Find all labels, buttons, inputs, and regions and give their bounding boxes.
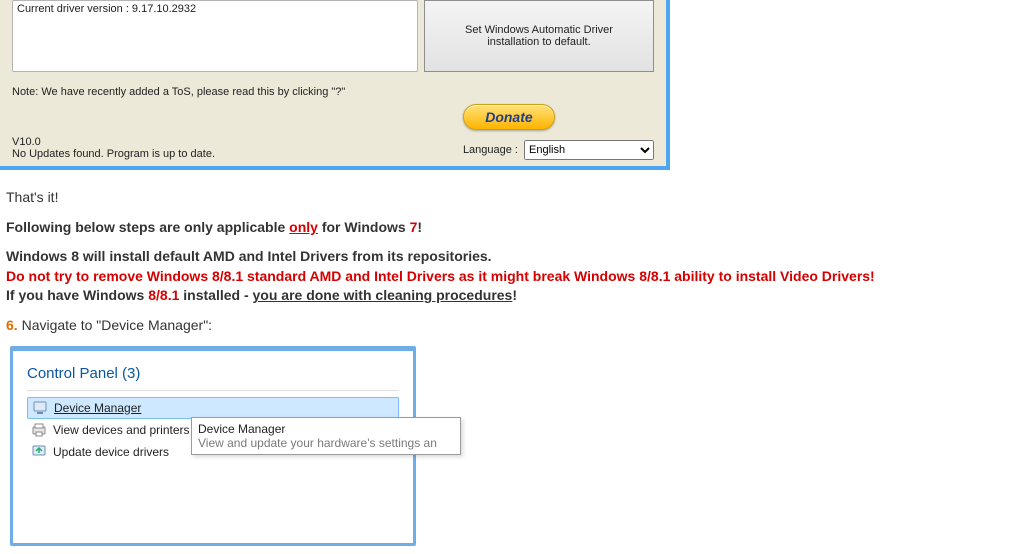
control-panel-header: Control Panel (3) <box>27 365 399 382</box>
driver-box-row: Current driver version : 9.17.10.2932 Se… <box>12 0 654 72</box>
language-select[interactable]: English <box>524 140 654 160</box>
only-word: only <box>289 219 318 235</box>
windows8-block: Windows 8 will install default AMD and I… <box>6 247 1012 306</box>
bottom-left: V10.0 No Updates found. Program is up to… <box>12 136 463 160</box>
control-panel-window: Control Panel (3) Device Manager <box>10 346 416 546</box>
following-prefix: Following below steps are only applicabl… <box>6 219 289 235</box>
eight-text: 8/8.1 <box>148 287 179 303</box>
step-6-line: 6. Navigate to "Device Manager": <box>6 316 1012 336</box>
device-manager-tooltip: Device Manager View and update your hard… <box>191 417 461 455</box>
tooltip-title: Device Manager <box>198 422 454 436</box>
language-label: Language : <box>463 144 518 156</box>
win8-warning: Do not try to remove Windows 8/8.1 stand… <box>6 268 875 284</box>
if-suffix: ! <box>512 287 517 303</box>
donate-button[interactable]: Donate <box>463 104 555 130</box>
article-body: That's it! Following below steps are onl… <box>0 170 1018 554</box>
printer-icon <box>31 422 47 438</box>
following-steps-line: Following below steps are only applicabl… <box>6 218 1012 238</box>
cp-item-device-manager[interactable]: Device Manager <box>27 397 399 419</box>
win8-line1: Windows 8 will install default AMD and I… <box>6 248 492 264</box>
update-status: No Updates found. Program is up to date. <box>12 148 463 160</box>
app-version: V10.0 <box>12 136 463 148</box>
driver-app-inner: Current driver version : 9.17.10.2932 Se… <box>0 0 666 166</box>
done-text: you are done with cleaning procedures <box>253 287 513 303</box>
step6-text: Navigate to "Device Manager": <box>18 317 212 333</box>
if-mid: installed - <box>179 287 252 303</box>
set-default-button[interactable]: Set Windows Automatic Driver installatio… <box>424 0 654 72</box>
if-prefix: If you have Windows <box>6 287 148 303</box>
step6-num: 6. <box>6 317 18 333</box>
cp-item-label: Update device drivers <box>53 445 169 459</box>
driver-version-textarea[interactable]: Current driver version : 9.17.10.2932 <box>12 0 418 72</box>
driver-app-window: Current driver version : 9.17.10.2932 Se… <box>0 0 670 170</box>
following-mid: for Windows <box>318 219 410 235</box>
cp-item-label: View devices and printers <box>53 423 190 437</box>
lang-donate-col: Donate Language : English <box>463 104 654 160</box>
language-row: Language : English <box>463 140 654 160</box>
cp-item-label: Device Manager <box>54 401 141 415</box>
thats-it-text: That's it! <box>6 188 1012 208</box>
tos-note: Note: We have recently added a ToS, plea… <box>12 86 654 98</box>
following-suffix: ! <box>417 219 422 235</box>
tooltip-desc: View and update your hardware's settings… <box>198 436 454 450</box>
update-drivers-icon <box>31 444 47 460</box>
bottom-row: V10.0 No Updates found. Program is up to… <box>12 104 654 160</box>
device-manager-icon <box>32 400 48 416</box>
control-panel-divider <box>27 390 399 391</box>
